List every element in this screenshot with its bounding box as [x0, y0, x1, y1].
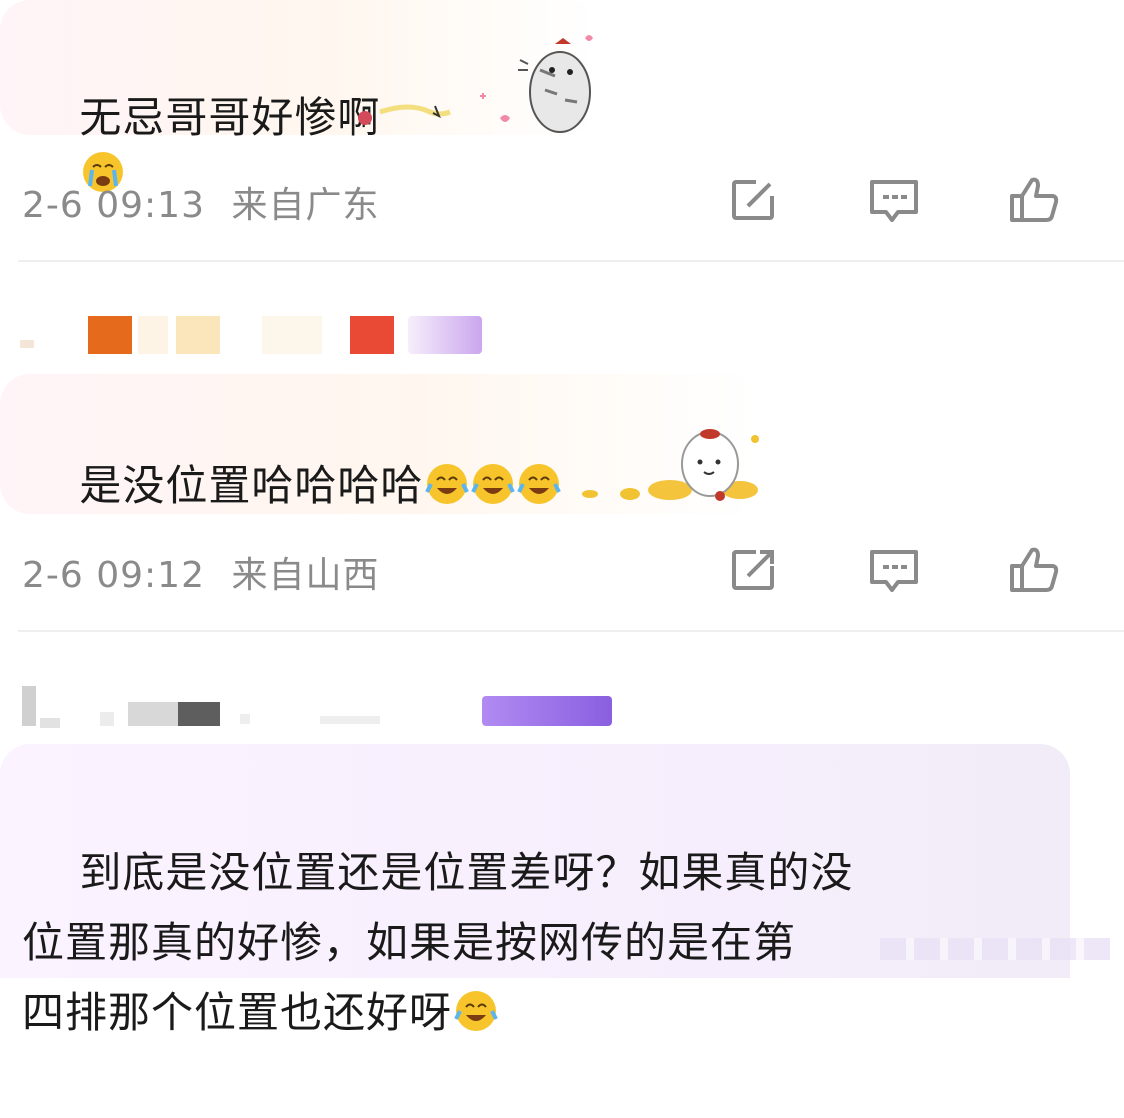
like-icon	[1010, 177, 1059, 222]
username-obscured[interactable]	[0, 304, 500, 364]
comment-actions	[724, 170, 1124, 230]
username-obscured[interactable]	[0, 678, 620, 738]
comment-text: 是没位置哈哈哈哈	[22, 402, 562, 570]
share-icon	[732, 550, 774, 590]
reply-button[interactable]	[864, 170, 924, 230]
like-button[interactable]	[1004, 170, 1064, 230]
laughing-crying-face-icon	[425, 464, 470, 504]
comment-location: 来自广东	[231, 185, 380, 226]
reply-button[interactable]	[864, 540, 924, 600]
cat-sticker-icon	[358, 35, 593, 133]
comment-text-content: 是没位置哈哈哈哈	[79, 461, 424, 510]
comment-actions	[724, 540, 1124, 600]
comment-icon	[870, 550, 918, 592]
laughing-crying-face-icon	[517, 464, 562, 504]
laughing-crying-face-icon	[454, 991, 498, 1031]
comment-icon	[870, 180, 918, 222]
share-button[interactable]	[724, 540, 784, 600]
share-button[interactable]	[724, 170, 784, 230]
comment-1: 无忌哥哥好惨啊 2-6 09:13 来自广东	[0, 0, 1124, 262]
comment-location: 来自山西	[231, 555, 380, 596]
comment-meta: 2-6 09:13 来自广东	[22, 176, 379, 228]
like-button[interactable]	[1004, 540, 1064, 600]
like-icon	[1010, 547, 1059, 592]
share-icon	[732, 180, 774, 220]
comment-2: 是没位置哈哈哈哈 2-6 09:12 来自山西	[0, 262, 1124, 632]
laughing-crying-face-icon	[471, 464, 516, 504]
comment-meta: 2-6 09:12 来自山西	[22, 546, 379, 598]
comment-text-content: 无忌哥哥好惨啊	[79, 93, 381, 142]
comment-text-content: 到底是没位置还是位置差呀？如果真的没 位置那真的好惨，如果是按网传的是在第 四排…	[22, 848, 854, 1037]
bubble-decoration	[880, 938, 1110, 960]
mascot-gold-sticker-icon	[582, 429, 759, 501]
comment-time: 2-6 09:13	[22, 185, 205, 226]
comment-time: 2-6 09:12	[22, 555, 205, 596]
comment-3: 到底是没位置还是位置差呀？如果真的没 位置那真的好惨，如果是按网传的是在第 四排…	[0, 632, 1124, 1037]
